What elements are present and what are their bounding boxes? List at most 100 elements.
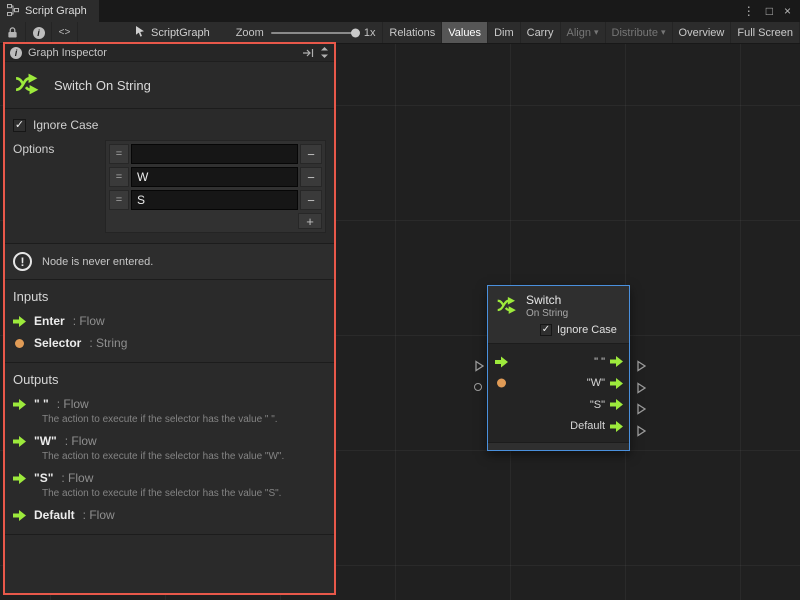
node-ignore-case-label: Ignore Case	[557, 324, 617, 336]
node-ignore-case-checkbox[interactable]: ✓	[540, 324, 552, 336]
relations-button[interactable]: Relations	[383, 22, 442, 43]
port-name: "S"	[34, 471, 53, 485]
output-connector-triangle[interactable]	[637, 360, 646, 372]
tab-bar: Script Graph ⋮ □ ×	[0, 0, 800, 22]
flow-port-icon	[13, 473, 26, 484]
drag-handle-icon[interactable]: =	[109, 190, 129, 210]
inspector-node-title: Switch On String	[54, 78, 151, 93]
option-row: = −	[109, 167, 322, 187]
remove-option-button[interactable]: −	[300, 190, 322, 210]
port-type: : Flow	[65, 434, 97, 448]
zoom-slider[interactable]	[271, 32, 357, 34]
unity-script-graph-window: Script Graph ⋮ □ × i <> ScriptGraph Zoom…	[0, 0, 800, 600]
info-toggle-icon[interactable]: i	[26, 22, 52, 43]
chevron-down-icon: ▾	[661, 27, 666, 38]
output-connector-triangle[interactable]	[637, 425, 646, 437]
port-row: "S"	[488, 394, 629, 416]
output-port-space[interactable]: " "	[594, 356, 623, 368]
inspector-header-title: Graph Inspector	[28, 47, 107, 59]
flow-port-icon	[13, 399, 26, 410]
info-icon: i	[10, 47, 22, 59]
port-name: Default	[34, 508, 75, 522]
output-row: Default : Flow	[13, 508, 326, 522]
check-icon: ✓	[15, 120, 24, 131]
dock-icon[interactable]	[302, 48, 314, 58]
port-row: "W"	[488, 373, 629, 395]
info-icon: i	[37, 28, 40, 38]
port-label: " "	[594, 356, 605, 368]
selector-input-port-icon[interactable]	[495, 379, 508, 388]
graph-inspector-panel: i Graph Inspector Switch On String ✓ Ign…	[3, 42, 336, 595]
remove-option-button[interactable]: −	[300, 144, 322, 164]
script-graph-tab-icon	[7, 4, 19, 19]
close-icon[interactable]: ×	[784, 4, 791, 18]
node-header[interactable]: Switch On String ✓ Ignore Case	[488, 286, 629, 343]
zoom-value: 1x	[364, 27, 376, 39]
maximize-icon[interactable]: □	[766, 4, 773, 18]
window-menu-icon[interactable]: ⋮	[743, 4, 755, 18]
output-row: "S" : Flow	[13, 471, 326, 485]
drag-handle-icon[interactable]: =	[109, 144, 129, 164]
option-row: = −	[109, 144, 322, 164]
flow-port-icon	[13, 316, 26, 327]
outputs-section: Outputs " " : Flow The action to execute…	[5, 363, 334, 535]
input-connector-circle[interactable]	[474, 383, 482, 391]
graph-name-label: ScriptGraph	[151, 27, 210, 39]
remove-option-button[interactable]: −	[300, 167, 322, 187]
port-name: "W"	[34, 434, 57, 448]
option-input[interactable]	[131, 144, 298, 164]
option-row: = −	[109, 190, 322, 210]
lock-icon[interactable]	[0, 22, 26, 43]
port-name: " "	[34, 397, 49, 411]
options-label: Options	[13, 140, 105, 156]
warning-text: Node is never entered.	[42, 256, 153, 268]
output-port-default[interactable]: Default	[570, 420, 623, 432]
warning-icon: !	[13, 252, 32, 271]
distribute-button[interactable]: Distribute▾	[606, 22, 673, 43]
ignore-case-checkbox[interactable]: ✓	[13, 119, 26, 132]
zoom-slider-knob[interactable]	[351, 28, 360, 37]
switch-on-string-node[interactable]: Switch On String ✓ Ignore Case " "	[487, 285, 630, 451]
tab-script-graph[interactable]: Script Graph	[0, 0, 99, 22]
port-label: "W"	[587, 377, 605, 389]
port-type: : Flow	[61, 471, 93, 485]
carry-button[interactable]: Carry	[521, 22, 561, 43]
output-row: " " : Flow	[13, 397, 326, 411]
full-screen-button[interactable]: Full Screen	[731, 22, 800, 43]
output-port-w[interactable]: "W"	[587, 377, 623, 389]
code-icon[interactable]: <>	[52, 22, 78, 43]
graph-reference[interactable]: ScriptGraph	[134, 22, 210, 43]
add-option-button[interactable]: +	[298, 213, 322, 229]
option-input[interactable]	[131, 167, 298, 187]
port-type: : Flow	[57, 397, 89, 411]
port-name: Selector	[34, 336, 81, 350]
inputs-section: Inputs Enter : Flow Selector : String	[5, 280, 334, 363]
port-row: Default	[488, 416, 629, 438]
port-description: The action to execute if the selector ha…	[42, 451, 326, 462]
align-button[interactable]: Align▾	[561, 22, 606, 43]
flow-input-port-icon[interactable]	[495, 356, 508, 367]
inspector-header: i Graph Inspector	[5, 44, 334, 62]
inspector-settings: ✓ Ignore Case Options = − = −	[5, 109, 334, 244]
node-subtitle: On String	[526, 308, 568, 319]
scroll-arrows-icon[interactable]	[320, 46, 329, 59]
node-footer	[488, 442, 629, 450]
output-port-s[interactable]: "S"	[590, 399, 623, 411]
flow-output-port-icon	[610, 399, 623, 410]
flow-port-icon	[13, 436, 26, 447]
dim-button[interactable]: Dim	[488, 22, 521, 43]
input-connector-triangle[interactable]	[475, 360, 484, 372]
port-type: : String	[89, 336, 127, 350]
output-connector-triangle[interactable]	[637, 382, 646, 394]
node-title: Switch	[526, 293, 568, 307]
port-description: The action to execute if the selector ha…	[42, 414, 326, 425]
chevron-down-icon: ▾	[594, 27, 599, 38]
values-button[interactable]: Values	[442, 22, 488, 43]
check-icon: ✓	[542, 325, 550, 335]
switch-icon	[14, 72, 41, 98]
option-input[interactable]	[131, 190, 298, 210]
overview-button[interactable]: Overview	[673, 22, 732, 43]
drag-handle-icon[interactable]: =	[109, 167, 129, 187]
output-connector-triangle[interactable]	[637, 403, 646, 415]
tab-label: Script Graph	[25, 5, 87, 17]
